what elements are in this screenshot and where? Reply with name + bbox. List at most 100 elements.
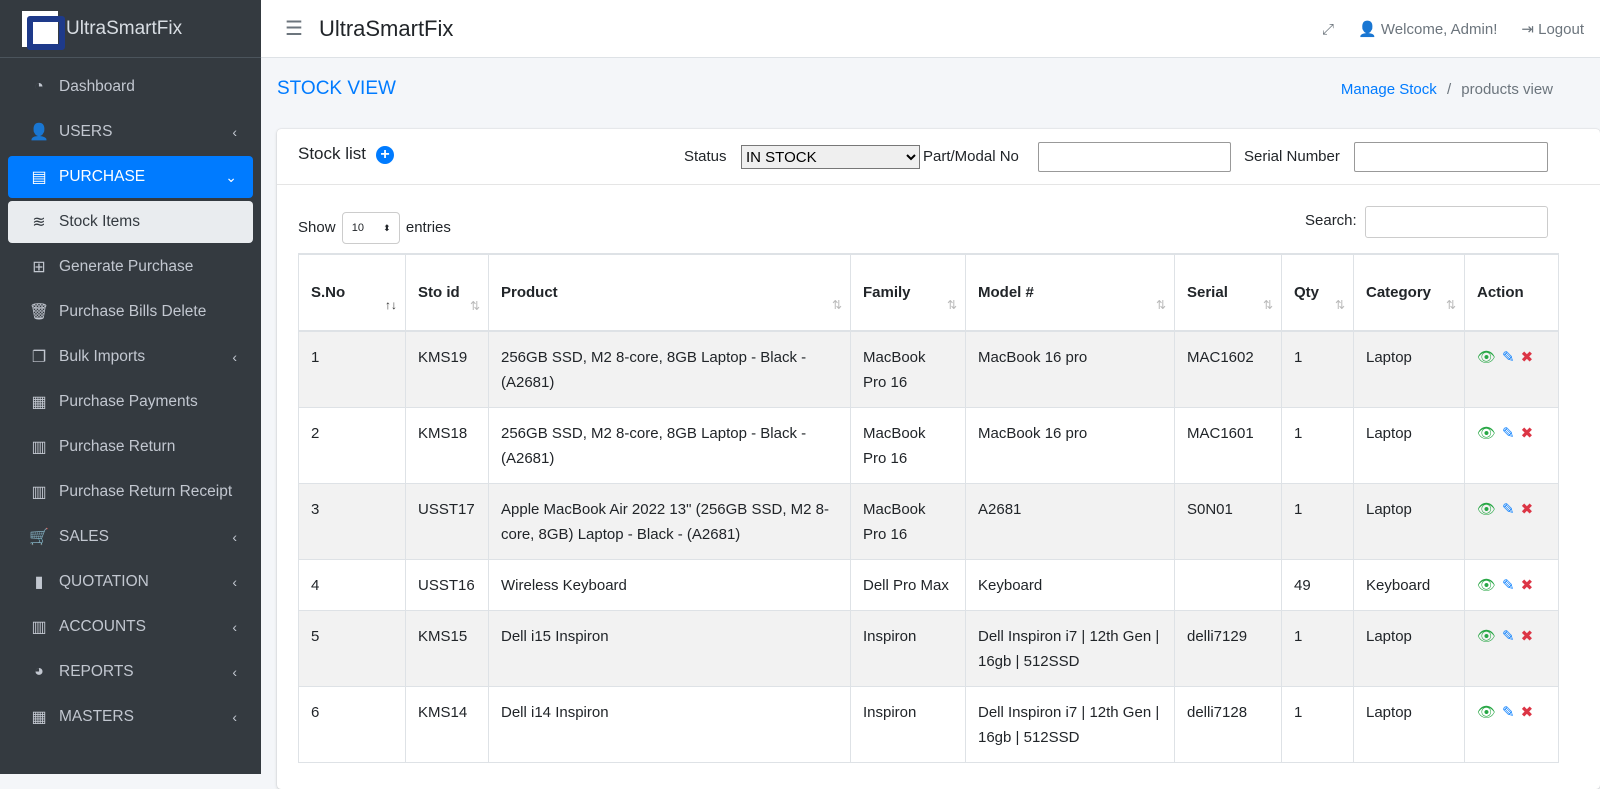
sidebar-item-dashboard[interactable]: ◔ Dashboard [8, 66, 253, 108]
sidebar-item-sales[interactable]: 🛒 SALES ‹ [8, 516, 253, 558]
edit-icon[interactable]: ✎ [1502, 349, 1515, 366]
cell: Wireless Keyboard [488, 559, 851, 611]
sidebar-item-generate-purchase[interactable]: ⊞ Generate Purchase [8, 246, 253, 288]
column-header-qty[interactable]: Qty ⇅ [1281, 253, 1354, 332]
hamburger-icon[interactable]: ☰ [285, 16, 303, 41]
column-header-sto-id[interactable]: Sto id ⇅ [405, 253, 489, 332]
table-row: 1 KMS19 256GB SSD, M2 8-core, 8GB Laptop -… [298, 330, 1559, 408]
sort-icon: ⇅ [946, 298, 957, 312]
fullscreen-icon[interactable]: ⤢ [1322, 21, 1334, 38]
cash-register-icon: ▥ [31, 619, 47, 636]
delete-icon[interactable]: ✖ [1521, 704, 1534, 721]
cell-text: MAC1602 [1187, 349, 1254, 366]
column-header-product[interactable]: Product ⇅ [488, 253, 851, 332]
edit-icon[interactable]: ✎ [1502, 425, 1515, 442]
sidebar-item-label: MASTERS [59, 708, 134, 725]
chevron-icon: ‹ [232, 709, 237, 725]
sidebar-item-purchase-return-receipt[interactable]: ▥ Purchase Return Receipt [8, 471, 253, 513]
logout-button[interactable]: ⇥ Logout [1521, 20, 1584, 38]
cell: delli7128 [1174, 686, 1282, 763]
view-icon[interactable]: 👁 [1477, 577, 1496, 594]
part-label: Part/Modal No [923, 148, 1019, 165]
search-input[interactable] [1365, 206, 1548, 238]
view-icon[interactable]: 👁 [1477, 704, 1496, 721]
cell: KMS15 [405, 610, 489, 687]
database-icon: ≋ [32, 214, 46, 231]
status-select[interactable]: IN STOCK [741, 145, 920, 169]
sidebar-item-purchase-bills-delete[interactable]: 🗑 Purchase Bills Delete [8, 291, 253, 333]
sidebar-item-masters[interactable]: ▦ MASTERS ‹ [8, 696, 253, 738]
edit-icon[interactable]: ✎ [1502, 628, 1515, 645]
cell-text: Laptop [1366, 349, 1412, 366]
sidebar-item-accounts[interactable]: ▥ ACCOUNTS ‹ [8, 606, 253, 648]
chevron-icon: ‹ [232, 574, 237, 590]
header-label: Serial [1187, 284, 1228, 301]
sidebar-item-purchase-payments[interactable]: ▦ Purchase Payments [8, 381, 253, 423]
sidebar-item-quotation[interactable]: ▮ QUOTATION ‹ [8, 561, 253, 603]
cell-text: S0N01 [1187, 501, 1233, 518]
serial-number-input[interactable] [1354, 142, 1548, 172]
cell-text: A2681 [978, 501, 1022, 518]
sidebar-item-stock-items[interactable]: ≋ Stock Items [8, 201, 253, 243]
welcome-user[interactable]: 👤 Welcome, Admin! [1358, 20, 1497, 38]
breadcrumb: Manage Stock / products view [1341, 81, 1553, 98]
cell-text: 2 [311, 425, 320, 442]
sidebar-item-bulk-imports[interactable]: ❐ Bulk Imports ‹ [8, 336, 253, 378]
cell-text: MAC1601 [1187, 425, 1254, 442]
logout-icon: ⇥ [1521, 21, 1534, 38]
column-header-category[interactable]: Category ⇅ [1353, 253, 1465, 332]
edit-icon[interactable]: ✎ [1502, 704, 1515, 721]
add-stock-button[interactable]: + [376, 146, 395, 164]
sidebar-item-reports[interactable]: ◕ REPORTS ‹ [8, 651, 253, 693]
sidebar-item-label: Purchase Payments [59, 393, 198, 410]
part-no-input[interactable] [1038, 142, 1231, 172]
cell-text: delli7128 [1187, 704, 1248, 721]
cell: Dell Inspiron i7 | 12th Gen | 16gb | 512… [965, 686, 1175, 763]
view-icon[interactable]: 👁 [1477, 501, 1496, 518]
cell: Laptop [1353, 407, 1465, 484]
column-header-s-no[interactable]: S.No ↑↓ [298, 253, 406, 332]
cell: 3 [298, 483, 406, 560]
file-icon: ▦ [31, 394, 47, 411]
delete-icon[interactable]: ✖ [1521, 425, 1534, 442]
cell-text: MacBook 16 pro [978, 425, 1088, 442]
delete-icon[interactable]: ✖ [1521, 501, 1534, 518]
entries-length-select[interactable]: 10 ⬍ [341, 212, 400, 244]
edit-icon[interactable]: ✎ [1502, 501, 1515, 518]
cell-text: Laptop [1366, 501, 1412, 518]
view-icon[interactable]: 👁 [1477, 628, 1496, 645]
column-header-family[interactable]: Family ⇅ [850, 253, 966, 332]
column-header-action[interactable]: Action [1464, 253, 1559, 332]
view-icon[interactable]: 👁 [1477, 425, 1496, 442]
cell: MacBook Pro 16 [850, 483, 966, 560]
chevron-icon: ‹ [232, 619, 237, 635]
sidebar-item-purchase-return[interactable]: ▥ Purchase Return [8, 426, 253, 468]
cell-text: Dell Inspiron i7 | 12th Gen | 16gb | 512… [978, 628, 1160, 670]
delete-icon[interactable]: ✖ [1521, 349, 1534, 366]
cell: A2681 [965, 483, 1175, 560]
table-row: 3 USST17 Apple MacBook Air 2022 13" (256GB… [298, 483, 1559, 560]
cell-text: Dell Pro Max [863, 577, 949, 594]
cell-text: 6 [311, 704, 320, 721]
cell-text: 1 [1294, 628, 1303, 645]
cell-text: Laptop [1366, 425, 1412, 442]
table-row: 6 KMS14 Dell i14 Inspiron Inspiron Dell Insp… [298, 686, 1559, 763]
edit-icon[interactable]: ✎ [1502, 577, 1515, 594]
sidebar-item-label: SALES [59, 528, 109, 545]
brand-link[interactable]: UltraSmartFix [0, 0, 261, 58]
cell-text: Laptop [1366, 704, 1412, 721]
delete-icon[interactable]: ✖ [1521, 577, 1534, 594]
sidebar-item-users[interactable]: 👤 USERS ‹ [8, 111, 253, 153]
page-title: STOCK VIEW [277, 78, 396, 99]
sidebar-item-purchase[interactable]: ▤ PURCHASE ⌄ [8, 156, 253, 198]
view-icon[interactable]: 👁 [1477, 349, 1496, 366]
header-label: Sto id [418, 283, 460, 301]
cell-text: 256GB SSD, M2 8-core, 8GB Laptop - Black… [501, 349, 807, 391]
breadcrumb-manage-stock[interactable]: Manage Stock [1341, 81, 1437, 98]
column-header-model-[interactable]: Model # ⇅ [965, 253, 1175, 332]
delete-icon[interactable]: ✖ [1521, 628, 1534, 645]
sort-icon: ⇅ [1262, 298, 1273, 312]
column-header-serial[interactable]: Serial ⇅ [1174, 253, 1282, 332]
cell: MacBook 16 pro [965, 407, 1175, 484]
cell: USST17 [405, 483, 489, 560]
